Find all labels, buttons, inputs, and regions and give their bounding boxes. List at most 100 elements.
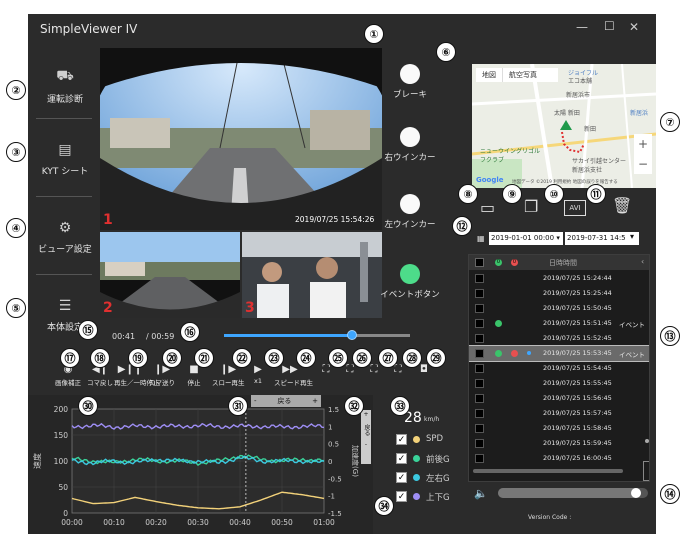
y2-tick-label: 1 [328, 423, 332, 431]
row-checkbox[interactable] [475, 379, 484, 388]
back-control[interactable]: - 戻る + [251, 395, 321, 407]
zoom-out-button[interactable]: − [634, 154, 652, 174]
event-button-label: イベントボタン [380, 290, 440, 300]
event-flag-green [495, 350, 502, 357]
delete-button[interactable]: 🗑 [612, 196, 632, 215]
seek-bar[interactable] [224, 330, 410, 340]
tab-map[interactable]: 地図 [476, 68, 503, 82]
series-checkbox[interactable]: ✓ [396, 453, 407, 464]
camera-1-image [100, 48, 382, 230]
horizontal-scrollbar[interactable] [473, 469, 623, 473]
back-plus-button[interactable]: + [312, 395, 318, 407]
callout-number: ⑪ [586, 184, 606, 204]
vertical-scrollbar-thumb[interactable] [645, 439, 649, 443]
callout-number: ㉘ [402, 348, 422, 368]
event-list: 0 0 日時時間 ‹ 2019/07/25 15:24:44 2019/07/25… [468, 254, 650, 482]
open-folder-button[interactable]: ▭ [480, 198, 495, 217]
seek-knob[interactable] [347, 330, 358, 340]
select-all-checkbox[interactable] [475, 258, 484, 267]
series-checkbox[interactable]: ✓ [396, 491, 407, 502]
row-checkbox[interactable] [475, 424, 484, 433]
close-button[interactable]: ✕ [629, 20, 639, 34]
callout-number: ① [364, 24, 384, 44]
brake-label: ブレーキ [392, 90, 427, 100]
series-label: 前後G [426, 455, 450, 465]
event-row[interactable]: 2019/07/25 15:59:45 [469, 436, 649, 451]
event-row[interactable]: 2019/07/25 15:57:45 [469, 406, 649, 421]
maximize-button[interactable]: ☐ [604, 19, 615, 33]
sidebar-item-driving-diagnosis[interactable]: ⛟ 運転診断 [34, 68, 96, 105]
event-time: 2019/07/25 15:51:45 [543, 319, 612, 327]
date-start-select[interactable]: 2019-01-01 00:00 ▾ [489, 232, 563, 245]
callout-number: ④ [6, 218, 26, 238]
event-time: 2019/07/25 15:25:44 [543, 289, 612, 297]
control-label: x1 [254, 377, 262, 385]
camera-2-view[interactable]: 2 [100, 232, 240, 318]
event-rows: 2019/07/25 15:24:44 2019/07/25 15:25:44 20… [469, 271, 649, 471]
volume-slider[interactable] [498, 488, 648, 498]
sidebar-item-kyt-sheet[interactable]: ▤ KYT シート [34, 142, 96, 177]
row-checkbox[interactable] [475, 319, 484, 328]
event-row[interactable]: 2019/07/25 15:25:44 [469, 286, 649, 301]
event-row[interactable]: 2019/07/25 15:52:45 [469, 331, 649, 346]
callout-number: ⑤ [6, 298, 26, 318]
copy-button[interactable]: ❐ [524, 197, 538, 216]
chart-icon: ▤ [58, 142, 72, 158]
zoom-in-button[interactable]: + [634, 134, 652, 154]
row-checkbox[interactable] [475, 364, 484, 373]
minimize-button[interactable]: — [576, 20, 588, 34]
header-datetime: 日時時間 [549, 259, 577, 267]
series-checkbox[interactable]: ✓ [396, 472, 407, 483]
row-checkbox[interactable] [475, 334, 484, 343]
event-row[interactable]: 2019/07/25 15:24:44 [469, 271, 649, 286]
row-checkbox[interactable] [475, 289, 484, 298]
volume-fill [498, 488, 641, 498]
date-end-value: 2019-07-31 14:57 [567, 234, 631, 242]
event-row[interactable]: 2019/07/25 16:00:45 [469, 451, 649, 466]
row-checkbox[interactable] [475, 454, 484, 463]
row-checkbox[interactable] [475, 349, 484, 358]
vertical-zoom-control[interactable]: + 戻る - [361, 410, 371, 464]
map-panel[interactable]: 地図 航空写真 ジョイフル エコ本舗 新居浜市 太陽 新田 新居浜 新田 ニュー… [472, 64, 656, 188]
event-row[interactable]: 2019/07/25 15:55:45 [469, 376, 649, 391]
y2-tick-label: -0.5 [328, 475, 342, 483]
row-checkbox[interactable] [475, 439, 484, 448]
event-row[interactable]: 2019/07/25 15:54:45 [469, 361, 649, 376]
speaker-icon[interactable]: 🔈 [474, 487, 488, 500]
event-row[interactable]: 2019/07/25 15:51:45 イベント [469, 316, 649, 331]
map-label: サカイ引越センター 新居浜支社 [572, 158, 627, 174]
x-tick-label: 01:00 [313, 518, 335, 527]
sidebar-divider [36, 274, 92, 275]
event-row[interactable]: 2019/07/25 15:56:45 [469, 391, 649, 406]
event-time: 2019/07/25 15:52:45 [543, 334, 612, 342]
row-checkbox[interactable] [475, 274, 484, 283]
chevron-down-icon[interactable]: ▾ [626, 232, 638, 245]
volume-knob[interactable] [630, 488, 641, 498]
event-flag-red [511, 350, 518, 357]
row-checkbox[interactable] [475, 394, 484, 403]
callout-number: ⑱ [90, 348, 110, 368]
speed-play-button[interactable]: ▶▶ スピード再生 [274, 364, 313, 387]
event-time: 2019/07/25 15:58:45 [543, 424, 612, 432]
y-tick-label: 200 [54, 405, 69, 414]
y2-tick-label: 1.5 [328, 406, 339, 414]
sidebar-item-viewer-settings[interactable]: ⚙ ビューア設定 [34, 220, 96, 255]
event-row[interactable]: 2019/07/25 15:50:45 [469, 301, 649, 316]
scroll-corner [643, 461, 649, 481]
zoom-plus-button[interactable]: + [361, 410, 371, 420]
camera-1-view[interactable]: 1 2019/07/25 15:54:26 [100, 48, 382, 230]
row-checkbox[interactable] [475, 304, 484, 313]
app-title: SimpleViewer IV [40, 22, 138, 36]
back-minus-button[interactable]: - [254, 395, 257, 407]
callout-number: ㉕ [328, 348, 348, 368]
row-checkbox[interactable] [475, 409, 484, 418]
tab-satellite[interactable]: 航空写真 [503, 68, 543, 82]
zoom-minus-button[interactable]: - [361, 440, 371, 450]
camera-3-view[interactable]: 3 [242, 232, 382, 318]
event-row[interactable]: 2019/07/25 15:53:45 イベント [469, 345, 649, 362]
camera-3-number: 3 [245, 300, 255, 316]
event-row[interactable]: 2019/07/25 15:58:45 [469, 421, 649, 436]
avi-export-button[interactable]: AVI [564, 200, 586, 216]
series-checkbox[interactable]: ✓ [396, 434, 407, 445]
callout-number: ㉞ [374, 496, 394, 516]
